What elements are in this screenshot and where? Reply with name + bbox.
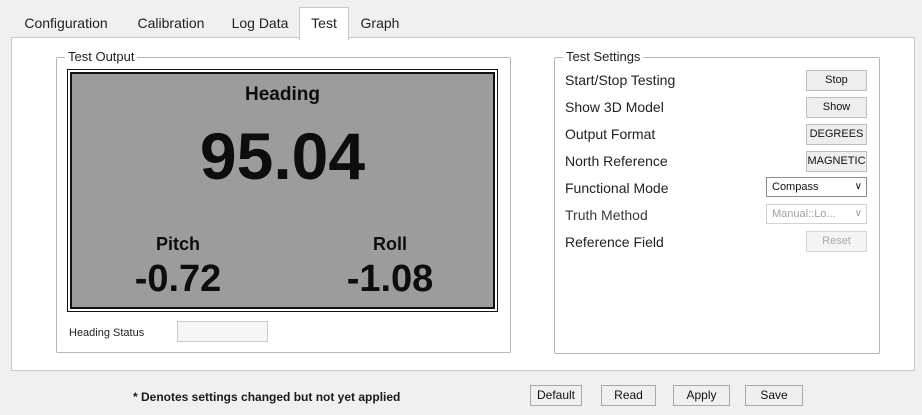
default-button[interactable]: Default xyxy=(530,385,582,406)
heading-value: 95.04 xyxy=(199,119,366,193)
functional-mode-label: Functional Mode xyxy=(565,180,669,196)
north-reference-label: North Reference xyxy=(565,153,668,169)
reference-field-label: Reference Field xyxy=(565,234,664,250)
tab-calibration[interactable]: Calibration xyxy=(126,9,216,38)
apply-button[interactable]: Apply xyxy=(673,385,730,406)
tab-log-data[interactable]: Log Data xyxy=(222,9,298,38)
heading-status-field xyxy=(177,321,268,342)
read-button[interactable]: Read xyxy=(601,385,656,406)
tab-configuration[interactable]: Configuration xyxy=(16,9,116,38)
reset-button[interactable]: Reset xyxy=(806,231,867,252)
unapplied-settings-note: * Denotes settings changed but not yet a… xyxy=(133,390,401,404)
truth-method-select[interactable]: Manual::Lo... ∨ xyxy=(766,204,867,224)
truth-method-value: Manual::Lo... xyxy=(772,208,836,220)
output-display: Heading 95.04 Pitch -0.72 Roll -1.08 xyxy=(67,69,498,312)
functional-mode-value: Compass xyxy=(772,181,819,193)
tab-graph[interactable]: Graph xyxy=(352,9,408,38)
test-settings-title: Test Settings xyxy=(563,49,644,65)
tab-test[interactable]: Test xyxy=(299,7,349,40)
pitch-value: -0.72 xyxy=(134,258,222,300)
tab-bar: Configuration Calibration Log Data Test … xyxy=(0,0,922,40)
heading-label: Heading xyxy=(245,84,320,105)
roll-label: Roll xyxy=(373,234,407,254)
start-stop-testing-label: Start/Stop Testing xyxy=(565,72,676,88)
north-reference-button[interactable]: MAGNETIC xyxy=(806,151,867,172)
heading-status-label: Heading Status xyxy=(69,327,145,339)
pitch-label: Pitch xyxy=(155,234,200,254)
output-format-label: Output Format xyxy=(565,126,656,142)
save-button[interactable]: Save xyxy=(745,385,803,406)
roll-value: -1.08 xyxy=(346,258,434,300)
chevron-down-icon: ∨ xyxy=(854,181,862,192)
functional-mode-select[interactable]: Compass ∨ xyxy=(766,177,867,197)
chevron-down-icon: ∨ xyxy=(854,208,862,219)
show-3d-model-button[interactable]: Show xyxy=(806,97,867,118)
truth-method-label: Truth Method xyxy=(565,207,648,223)
stop-button[interactable]: Stop xyxy=(806,70,867,91)
test-output-title: Test Output xyxy=(65,49,138,65)
output-format-button[interactable]: DEGREES xyxy=(806,124,867,145)
show-3d-model-label: Show 3D Model xyxy=(565,99,664,115)
